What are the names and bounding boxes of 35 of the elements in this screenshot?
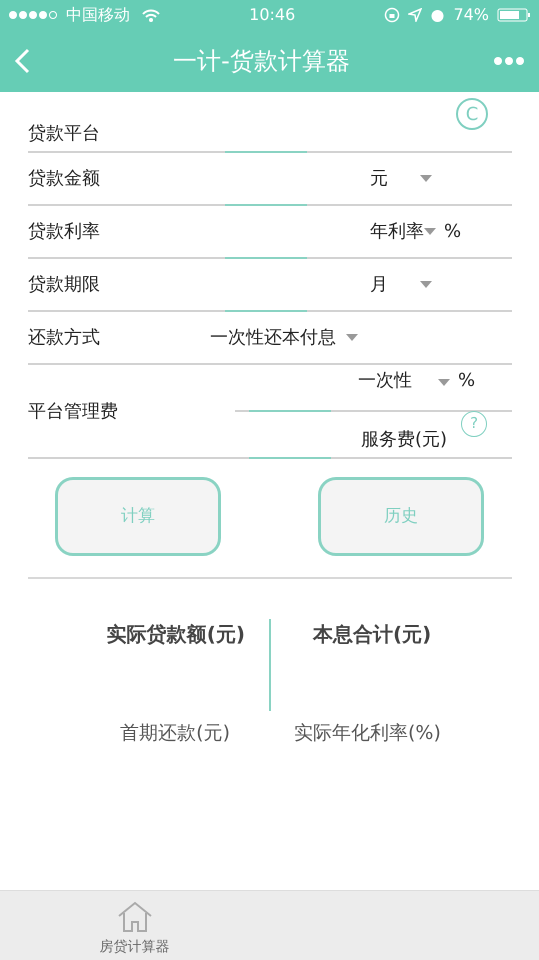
field-label: 贷款期限: [28, 273, 101, 297]
location-icon: [408, 8, 422, 22]
carrier-name: 中国移动: [66, 4, 130, 26]
signal-icon: [8, 10, 58, 20]
back-icon[interactable]: [14, 48, 30, 74]
more-icon[interactable]: [493, 56, 525, 66]
battery-icon: [497, 8, 531, 22]
field-label: 贷款金额: [28, 167, 101, 191]
status-time: 10:46: [249, 5, 296, 24]
field-label: 贷款利率: [28, 220, 101, 244]
result-label: 实际贷款额(元): [106, 621, 245, 648]
unit-dropdown[interactable]: 月: [370, 271, 420, 298]
caret-icon: [424, 228, 436, 235]
caret-icon: [420, 281, 432, 288]
unit-dropdown[interactable]: 元: [370, 165, 420, 192]
battery-percent: 74%: [453, 4, 489, 26]
caret-icon: [346, 334, 358, 341]
result-label: 本息合计(元): [313, 621, 432, 648]
wifi-icon: [142, 8, 160, 22]
result-label: 首期还款(元): [120, 720, 230, 746]
field-label: 贷款平台: [28, 122, 101, 146]
percent-sign: %: [444, 220, 462, 244]
rotation-lock-icon: [384, 7, 400, 23]
field-label: 平台管理费: [28, 400, 119, 424]
result-label: 实际年化利率(%): [294, 720, 441, 746]
caret-icon: [438, 379, 450, 386]
unit-dropdown[interactable]: 一次性: [358, 367, 438, 394]
percent-sign: %: [458, 369, 476, 393]
unit-dropdown[interactable]: 年利率: [370, 218, 424, 245]
field-label: 服务费(元): [361, 428, 448, 452]
caret-icon: [420, 175, 432, 182]
page-title: 一计-货款计算器: [173, 47, 350, 75]
field-label: 还款方式: [28, 326, 101, 350]
repayment-dropdown[interactable]: 一次性还本付息: [210, 324, 336, 351]
home-icon: [116, 901, 154, 933]
